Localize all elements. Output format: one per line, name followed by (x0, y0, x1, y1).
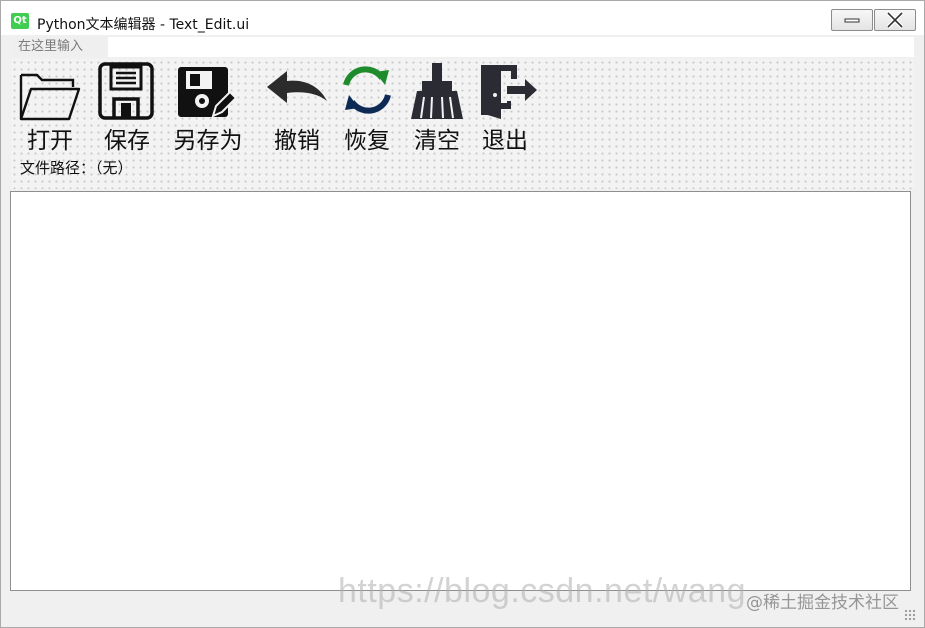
open-label: 打开 (27, 128, 73, 154)
redo-label: 恢复 (344, 128, 390, 154)
refresh-icon (335, 61, 399, 121)
minimize-button[interactable] (831, 9, 873, 31)
exit-label: 退出 (482, 128, 528, 154)
undo-arrow-icon (265, 61, 329, 121)
title-bar[interactable]: Qt Python文本编辑器 - Text_Edit.ui (1, 1, 924, 35)
clear-button[interactable]: 清空 (405, 61, 469, 154)
qt-app-icon: Qt (11, 13, 29, 29)
resize-grip[interactable] (904, 609, 916, 621)
window-title: Python文本编辑器 - Text_Edit.ui (37, 17, 250, 33)
minimize-icon (844, 18, 860, 23)
floppy-disk-icon (95, 61, 159, 121)
menu-bar: 在这里输入 (11, 37, 914, 57)
text-editor[interactable] (10, 191, 911, 591)
save-button[interactable]: 保存 (95, 61, 159, 154)
exit-door-icon (473, 61, 537, 121)
exit-button[interactable]: 退出 (473, 61, 537, 154)
file-path-label: 文件路径：（无） (20, 159, 133, 177)
site-watermark: @稀土掘金技术社区 (746, 593, 899, 613)
undo-label: 撤销 (274, 128, 320, 154)
url-watermark: https://blog.csdn.net/wang (338, 572, 747, 610)
folder-open-icon (17, 61, 81, 121)
save-label: 保存 (104, 128, 150, 154)
toolbar: 打开 保存 另存为 撤销 恢复 清空 退出 文件路径：（无） (11, 59, 914, 189)
menu-type-here-input[interactable]: 在这里输入 (11, 37, 108, 57)
undo-button[interactable]: 撤销 (265, 61, 329, 154)
save-as-label: 另存为 (173, 128, 243, 154)
save-as-button[interactable]: 另存为 (171, 61, 245, 154)
clear-label: 清空 (414, 128, 460, 154)
redo-button[interactable]: 恢复 (335, 61, 399, 154)
app-window: Qt Python文本编辑器 - Text_Edit.ui 在这里输入 打开 保… (0, 0, 925, 628)
close-button[interactable] (874, 9, 916, 31)
floppy-disk-edit-icon (174, 61, 238, 121)
broom-icon (405, 61, 469, 121)
open-button[interactable]: 打开 (17, 61, 83, 154)
close-icon (886, 11, 904, 29)
